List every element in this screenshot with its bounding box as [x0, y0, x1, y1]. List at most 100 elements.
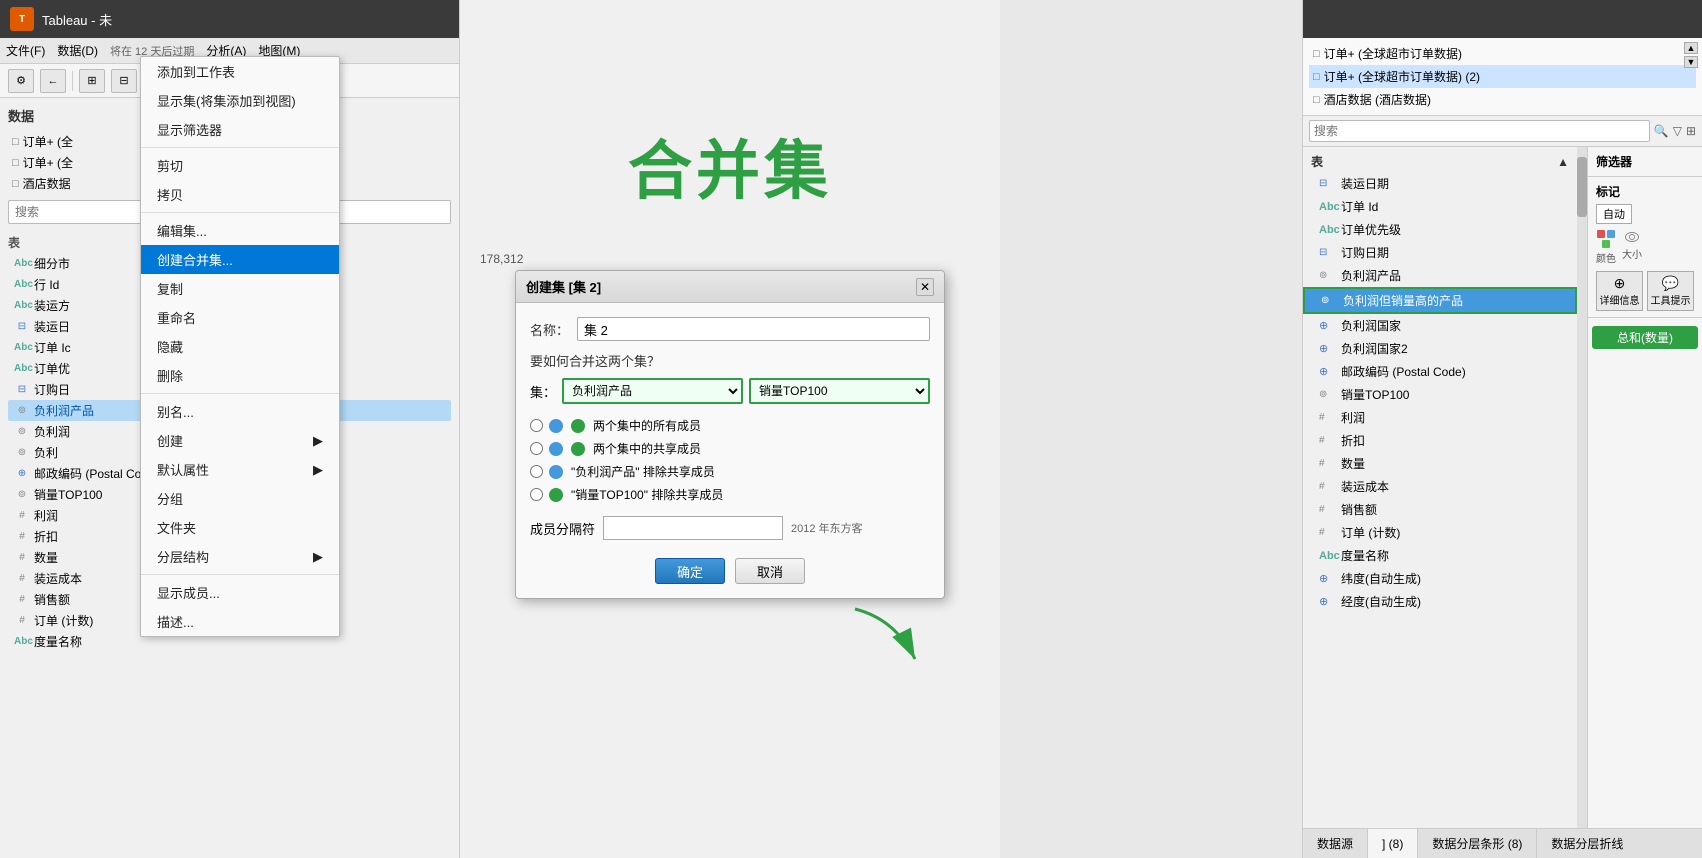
menu-data[interactable]: 数据(D): [57, 42, 98, 59]
cm-folder[interactable]: 文件夹: [141, 513, 339, 542]
rt-field-fulirun-highlighted[interactable]: ⊚ 负利润但销量高的产品: [1303, 287, 1577, 314]
cm-hierarchy[interactable]: 分层结构 ▶: [141, 542, 339, 571]
field-label: 订单 (计数): [34, 612, 93, 629]
toolbar-btn-back[interactable]: ←: [40, 69, 66, 93]
radio-exclude-set2[interactable]: "销量TOP100" 排除共享成员: [530, 483, 930, 506]
rt-field-fulirunguojia[interactable]: ⊕ 负利润国家: [1303, 314, 1577, 337]
rt-field-zhuangyunrq[interactable]: ⊟ 装运日期: [1303, 172, 1577, 195]
cm-create[interactable]: 创建 ▶: [141, 426, 339, 455]
dialog-close-button[interactable]: ✕: [916, 278, 934, 296]
set-icon-green2: [571, 442, 585, 456]
field-label: 装运日: [34, 318, 70, 335]
right-ds-icon-1: □: [1313, 48, 1320, 60]
field-icon-circle2: ⊚: [14, 426, 30, 437]
right-scrollbar-thumb[interactable]: [1577, 157, 1587, 217]
dialog-cancel-button[interactable]: 取消: [735, 558, 805, 584]
rt-icon-hash6: #: [1319, 527, 1337, 538]
rt-field-zhuangyuncb[interactable]: # 装运成本: [1303, 475, 1577, 498]
rt-icon-hash2: #: [1319, 435, 1337, 446]
detail-btn[interactable]: ⊕ 详细信息: [1596, 271, 1643, 311]
cm-describe[interactable]: 描述...: [141, 607, 339, 636]
rt-field-dinggourq[interactable]: ⊟ 订购日期: [1303, 241, 1577, 264]
rt-field-fuliruncp[interactable]: ⊚ 负利润产品: [1303, 264, 1577, 287]
rt-label: 经度(自动生成): [1341, 593, 1421, 610]
cm-divider-2: [141, 212, 339, 213]
rt-field-xiaoshoue[interactable]: # 销售额: [1303, 498, 1577, 521]
rt-label: 订单优先级: [1341, 221, 1401, 238]
marks-size-label: 大小: [1622, 246, 1642, 261]
toolbar-btn-3[interactable]: ⊞: [79, 69, 105, 93]
rt-field-shuliang[interactable]: # 数量: [1303, 452, 1577, 475]
rt-field-dingdanyoux[interactable]: Abc 订单优先级: [1303, 218, 1577, 241]
cm-edit-set[interactable]: 编辑集...: [141, 216, 339, 245]
toolbar-btn-4[interactable]: ⊟: [111, 69, 137, 93]
ds-scroll-down[interactable]: ▼: [1684, 56, 1698, 68]
dialog-member-input[interactable]: [603, 516, 783, 540]
marks-size[interactable]: 大小: [1622, 230, 1642, 265]
dialog-set1-select[interactable]: 负利润产品: [562, 378, 743, 404]
right-scrollbar[interactable]: [1577, 147, 1587, 828]
tab-datasource[interactable]: 数据源: [1303, 829, 1368, 858]
right-table-header[interactable]: 表 ▲: [1303, 151, 1577, 172]
radio-shared-members-input[interactable]: [530, 442, 543, 455]
cm-hide[interactable]: 隐藏: [141, 332, 339, 361]
right-ds-2[interactable]: □ 订单+ (全球超市订单数据) (2): [1309, 65, 1696, 88]
color-icon: [1597, 230, 1615, 238]
ds-scroll-up[interactable]: ▲: [1684, 42, 1698, 54]
cm-show-members[interactable]: 显示成员...: [141, 578, 339, 607]
tab-bar[interactable]: 数据分层条形 (8): [1418, 829, 1537, 858]
tooltip-btn[interactable]: 💬 工具提示: [1647, 271, 1694, 311]
radio-all-members-input[interactable]: [530, 419, 543, 432]
field-icon-circle1: ⊚: [14, 405, 30, 416]
toolbar-btn-1[interactable]: ⚙: [8, 69, 34, 93]
cm-show-set[interactable]: 显示集(将集添加到视图): [141, 86, 339, 115]
field-icon-circle4: ⊚: [14, 489, 30, 500]
radio-exclude-set1[interactable]: "负利润产品" 排除共享成员: [530, 460, 930, 483]
dialog-ok-button[interactable]: 确定: [655, 558, 725, 584]
cm-rename[interactable]: 重命名: [141, 303, 339, 332]
menu-file[interactable]: 文件(F): [6, 42, 45, 59]
rt-field-youzhengbm[interactable]: ⊕ 邮政编码 (Postal Code): [1303, 360, 1577, 383]
cm-cut[interactable]: 剪切: [141, 151, 339, 180]
rt-field-weidu[interactable]: ⊕ 纬度(自动生成): [1303, 567, 1577, 590]
rt-field-dingdan-count[interactable]: # 订单 (计数): [1303, 521, 1577, 544]
rt-field-fulirunguojia2[interactable]: ⊕ 负利润国家2: [1303, 337, 1577, 360]
radio-exclude-set1-input[interactable]: [530, 465, 543, 478]
field-icon-globe1: ⊕: [14, 468, 30, 479]
cm-create-combined-set[interactable]: 创建合并集...: [141, 245, 339, 274]
rt-field-xiaoliangtop[interactable]: ⊚ 销量TOP100: [1303, 383, 1577, 406]
cm-default-props[interactable]: 默认属性 ▶: [141, 455, 339, 484]
right-ds-1[interactable]: □ 订单+ (全球超市订单数据): [1309, 42, 1696, 65]
set-icon-blue2: [549, 442, 563, 456]
radio-exclude-set2-input[interactable]: [530, 488, 543, 501]
rt-field-duliang[interactable]: Abc 度量名称: [1303, 544, 1577, 567]
right-ds-3[interactable]: □ 酒店数据 (酒店数据): [1309, 88, 1696, 111]
field-icon-hash1: #: [14, 510, 30, 521]
right-search-input[interactable]: [1309, 120, 1650, 142]
cm-alias[interactable]: 别名...: [141, 397, 339, 426]
cm-duplicate[interactable]: 复制: [141, 274, 339, 303]
radio-all-members[interactable]: 两个集中的所有成员: [530, 414, 930, 437]
tab-line[interactable]: 数据分层折线: [1537, 829, 1637, 858]
rt-field-jingdu[interactable]: ⊕ 经度(自动生成): [1303, 590, 1577, 613]
tab-8[interactable]: ] (8): [1368, 829, 1418, 858]
cm-group[interactable]: 分组: [141, 484, 339, 513]
cm-copy[interactable]: 拷贝: [141, 180, 339, 209]
dialog-title: 创建集 [集 2]: [526, 277, 601, 296]
rt-field-dingdanid[interactable]: Abc 订单 Id: [1303, 195, 1577, 218]
dialog-name-input[interactable]: [577, 317, 930, 341]
ds-icon-2: □: [12, 157, 19, 169]
cm-add-worksheet[interactable]: 添加到工作表: [141, 57, 339, 86]
rt-icon-globe4: ⊕: [1319, 572, 1337, 585]
rt-field-zhekou[interactable]: # 折扣: [1303, 429, 1577, 452]
center-area: 合并集 178,312 创建集 [集 2] ✕ 名称： 要如何合并这两个集？ 集…: [460, 0, 1000, 858]
rt-field-lirun[interactable]: # 利润: [1303, 406, 1577, 429]
marks-color[interactable]: 颜色: [1596, 230, 1616, 265]
cm-show-filter[interactable]: 显示筛选器: [141, 115, 339, 144]
total-badge[interactable]: 总和(数量): [1592, 326, 1698, 349]
dialog-set2-select[interactable]: 销量TOP100: [749, 378, 930, 404]
cm-delete[interactable]: 删除: [141, 361, 339, 390]
radio-shared-members[interactable]: 两个集中的共享成员: [530, 437, 930, 460]
auto-box[interactable]: 自动: [1596, 204, 1632, 224]
auto-row: 自动: [1592, 202, 1698, 226]
